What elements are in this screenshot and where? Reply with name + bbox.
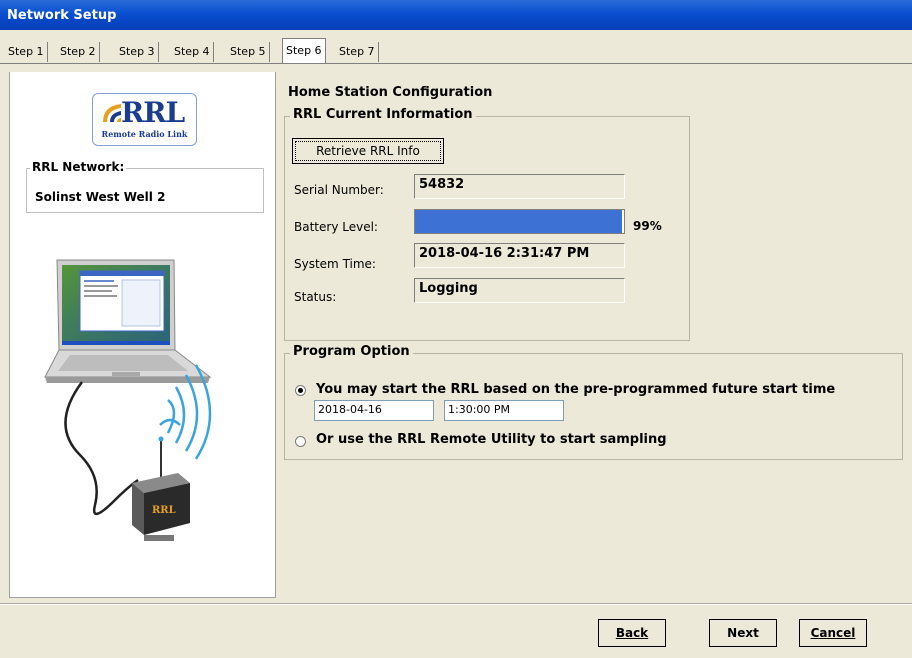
rrl-device-icon: RRL <box>132 473 190 541</box>
tab-divider <box>0 63 912 64</box>
footer-divider-highlight <box>0 604 912 605</box>
battery-percent-text: 99% <box>633 219 662 233</box>
back-button[interactable]: Back <box>598 619 666 647</box>
start-time-input[interactable]: 1:30:00 PM <box>444 400 564 421</box>
battery-progress-fill <box>415 210 622 233</box>
laptop-icon <box>44 259 212 383</box>
laptop-device-illustration: RRL <box>44 259 212 541</box>
battery-level-label: Battery Level: <box>294 220 378 234</box>
page-title: Home Station Configuration <box>288 85 493 100</box>
serial-number-label: Serial Number: <box>294 183 384 197</box>
cancel-button[interactable]: Cancel <box>799 619 867 647</box>
tab-step-3[interactable]: Step 3 <box>116 42 159 62</box>
status-label: Status: <box>294 290 337 304</box>
tab-strip: Step 1 Step 2 Step 3 Step 4 Step 5 Step … <box>0 30 912 64</box>
tab-step-2[interactable]: Step 2 <box>57 42 100 62</box>
tab-step-6[interactable]: Step 6 <box>282 38 326 63</box>
tab-step-5[interactable]: Step 5 <box>227 42 270 62</box>
current-info-group-label: RRL Current Information <box>290 107 476 122</box>
logo-subtext: Remote Radio Link <box>101 129 188 139</box>
rrl-network-name: Solinst West Well 2 <box>35 190 166 204</box>
option-start-future-radio[interactable] <box>295 385 306 396</box>
system-time-label: System Time: <box>294 257 376 271</box>
retrieve-rrl-info-button[interactable]: Retrieve RRL Info <box>292 138 444 164</box>
start-date-input[interactable]: 2018-04-16 <box>314 400 434 421</box>
battery-progress-bar <box>414 209 625 234</box>
system-time-field: 2018-04-16 2:31:47 PM <box>414 243 625 268</box>
tab-step-4[interactable]: Step 4 <box>171 42 214 62</box>
tab-step-7[interactable]: Step 7 <box>336 42 379 62</box>
status-field: Logging <box>414 278 625 303</box>
rrl-network-label: RRL Network: <box>30 160 127 174</box>
program-option-group-label: Program Option <box>290 344 413 359</box>
back-button-label: Back <box>615 626 649 640</box>
rrl-network-box: RRL Network: Solinst West Well 2 <box>26 160 264 213</box>
logo-text: RRL <box>121 96 185 129</box>
option-remote-utility-label[interactable]: Or use the RRL Remote Utility to start s… <box>316 432 667 447</box>
next-button-label: Next <box>727 626 759 640</box>
next-button[interactable]: Next <box>709 619 777 647</box>
option-remote-utility-radio[interactable] <box>295 436 306 447</box>
window-title: Network Setup <box>0 0 912 30</box>
serial-number-field: 54832 <box>414 174 625 199</box>
option-start-future-label[interactable]: You may start the RRL based on the pre-p… <box>316 382 835 397</box>
cancel-button-label: Cancel <box>810 626 856 640</box>
tab-step-1[interactable]: Step 1 <box>5 42 48 62</box>
rrl-logo: RRL Remote Radio Link <box>92 93 197 146</box>
retrieve-rrl-info-label: Retrieve RRL Info <box>295 141 441 161</box>
device-logo-text: RRL <box>152 505 176 516</box>
